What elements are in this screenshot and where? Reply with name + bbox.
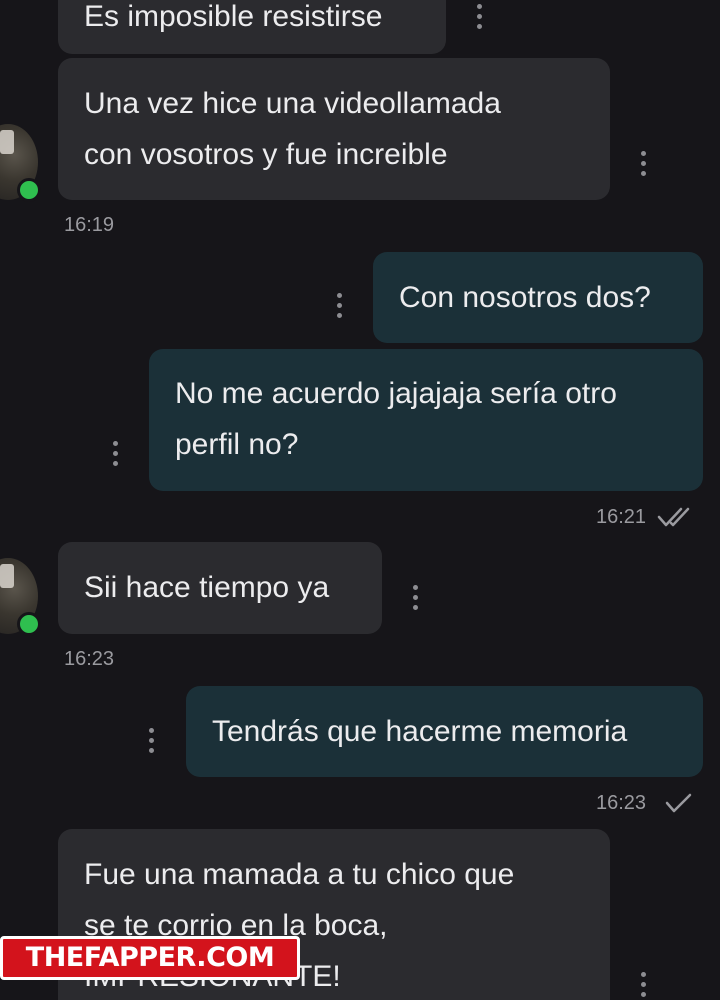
message-timestamp: 16:23	[64, 648, 115, 670]
message-menu-icon[interactable]	[477, 4, 483, 30]
message-menu-icon[interactable]	[641, 972, 647, 998]
message-menu-icon[interactable]	[413, 585, 419, 611]
message-text: No me acuerdo jajajaja sería otro	[175, 377, 617, 410]
single-check-icon	[665, 793, 692, 813]
message-bubble-outgoing[interactable]: No me acuerdo jajajaja sería otro perfil…	[149, 349, 703, 491]
message-bubble-outgoing[interactable]: Tendrás que hacerme memoria	[186, 686, 703, 777]
message-timestamp: 16:23	[596, 792, 647, 814]
online-status-indicator	[17, 178, 41, 202]
message-text: Sii hace tiempo ya	[84, 571, 330, 604]
message-menu-icon[interactable]	[149, 728, 155, 754]
message-text: Es imposible resistirse	[84, 0, 383, 33]
message-text: Una vez hice una videollamada	[84, 87, 501, 120]
message-text: con vosotros y fue increible	[84, 138, 448, 171]
message-timestamp: 16:19	[64, 214, 115, 236]
message-bubble-incoming[interactable]: Una vez hice una videollamada con vosotr…	[58, 58, 610, 200]
message-bubble-incoming[interactable]: Es imposible resistirse	[58, 0, 446, 54]
message-menu-icon[interactable]	[337, 293, 343, 319]
message-bubble-outgoing[interactable]: Con nosotros dos?	[373, 252, 703, 343]
message-text: Fue una mamada a tu chico que	[84, 858, 515, 891]
online-status-indicator	[17, 612, 41, 636]
message-text: Tendrás que hacerme memoria	[212, 715, 628, 748]
message-menu-icon[interactable]	[113, 441, 119, 467]
double-check-icon	[657, 507, 690, 527]
message-timestamp: 16:21	[596, 506, 647, 528]
message-text: perfil no?	[175, 428, 299, 461]
message-bubble-incoming[interactable]: Sii hace tiempo ya	[58, 542, 382, 634]
message-text: Con nosotros dos?	[399, 281, 651, 314]
site-watermark: THEFAPPER.COM	[0, 936, 300, 980]
message-menu-icon[interactable]	[641, 151, 647, 177]
